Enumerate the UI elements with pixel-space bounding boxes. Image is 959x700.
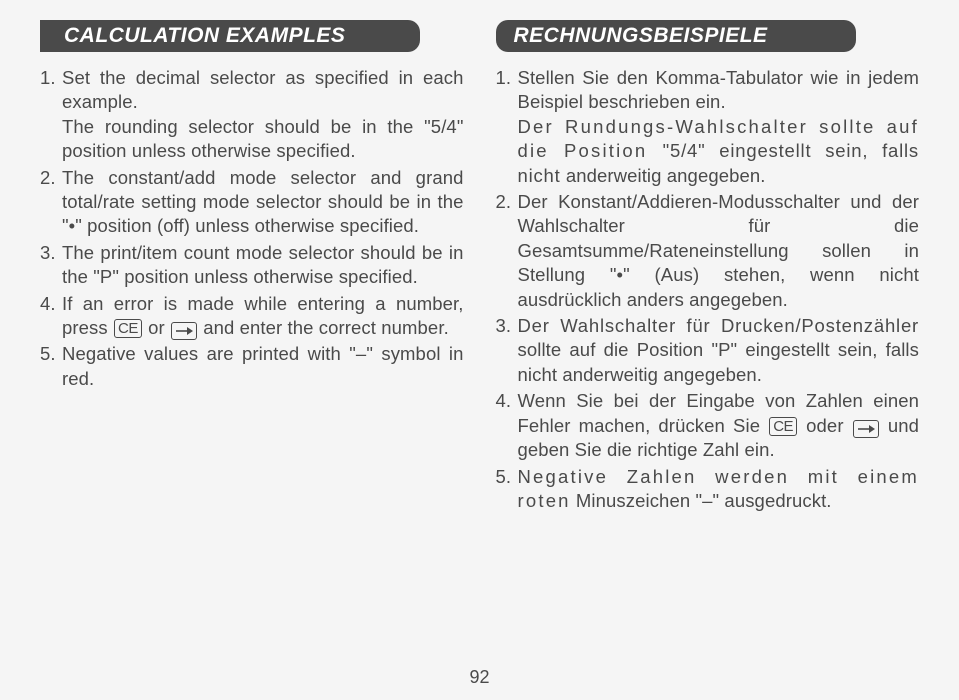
list-item: Der Wahlschalter für Drucken/Postenzähle…	[496, 314, 920, 387]
column-english: CALCULATION EXAMPLES Set the decimal sel…	[40, 20, 464, 515]
item-text-post: Minuszeichen "–" ausgedruckt.	[571, 490, 832, 511]
heading-german: RECHNUNGSBEISPIELE	[496, 20, 856, 52]
list-english: Set the decimal selector as specified in…	[40, 66, 464, 391]
list-item: If an error is made while entering a num…	[40, 292, 464, 341]
arrow-key-icon	[853, 420, 879, 438]
item-text: Set the decimal selector as specified in…	[62, 67, 464, 112]
item-text-post: and enter the correct number.	[198, 317, 449, 338]
list-item: Stellen Sie den Komma-Tabulator wie in j…	[496, 66, 920, 188]
item-text: Stellen Sie den Komma-Tabulator wie in j…	[518, 67, 920, 112]
item-subtext: The rounding selector should be in the "…	[62, 115, 464, 164]
column-german: RECHNUNGSBEISPIELE Stellen Sie den Komma…	[496, 20, 920, 515]
ce-key-icon: CE	[114, 319, 142, 338]
list-german: Stellen Sie den Komma-Tabulator wie in j…	[496, 66, 920, 513]
item-text-mid: or	[143, 317, 170, 338]
list-item: Der Konstant/Addieren-Modusschalter und …	[496, 190, 920, 312]
list-item: Negative values are printed with "–" sym…	[40, 342, 464, 391]
item-text-mid: oder	[798, 415, 852, 436]
list-item: The print/item count mode selector shoul…	[40, 241, 464, 290]
arrow-key-icon	[171, 322, 197, 340]
item-subtext: Der Rundungs-Wahlschalter sollte auf die…	[518, 115, 920, 188]
item-text-pre: Der Wahlschalter für Drucken/Postenzähle…	[518, 315, 920, 336]
ce-key-icon: CE	[769, 417, 797, 436]
list-item: Negative Zahlen werden mit einem roten M…	[496, 465, 920, 514]
page-number: 92	[0, 667, 959, 688]
heading-english: CALCULATION EXAMPLES	[40, 20, 420, 52]
list-item: Set the decimal selector as specified in…	[40, 66, 464, 164]
list-item: The constant/add mode selector and grand…	[40, 166, 464, 239]
content-columns: CALCULATION EXAMPLES Set the decimal sel…	[40, 20, 919, 515]
list-item: Wenn Sie bei der Eingabe von Zahlen eine…	[496, 389, 920, 462]
item-text-post: sollte auf die Position "P" eingestellt …	[518, 339, 920, 384]
